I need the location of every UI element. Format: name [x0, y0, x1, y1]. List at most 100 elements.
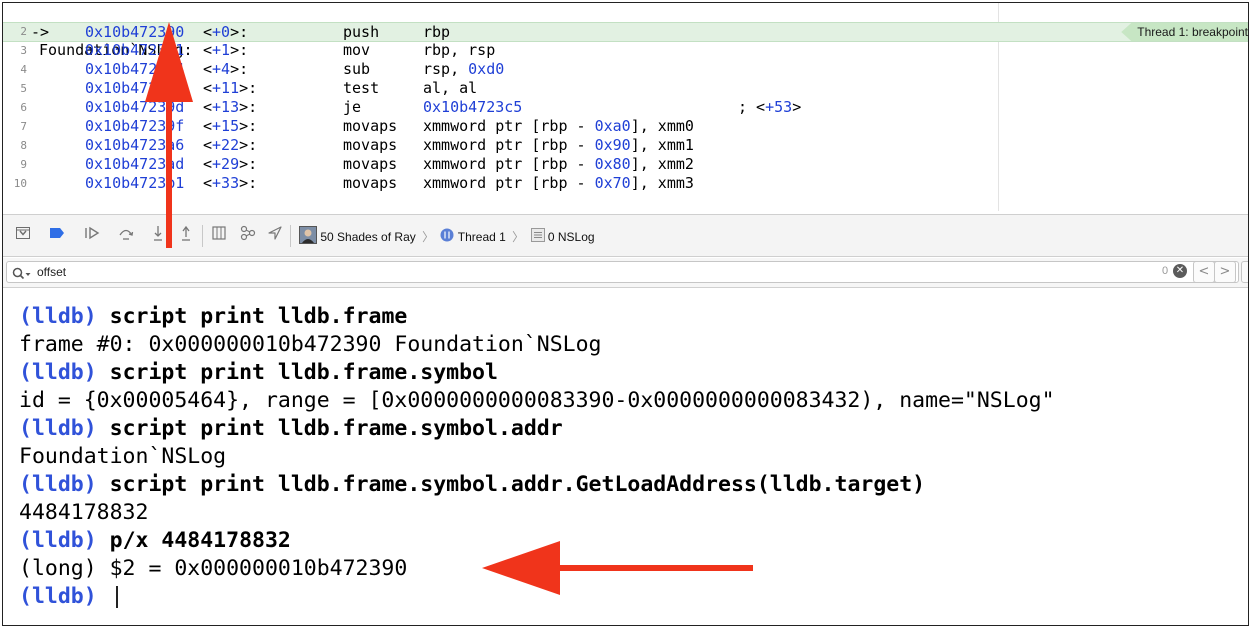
console-output-line: frame #0: 0x000000010b472390 Foundation`…	[19, 332, 602, 357]
disasm-line[interactable]: 3 0x10b472391 <+1>: mov rbp, rsp	[3, 41, 1248, 60]
clear-search-icon[interactable]: ✕	[1173, 264, 1187, 278]
console-output-line: id = {0x00005464}, range = [0x0000000000…	[19, 388, 1055, 413]
instruction-offset: <+4>:	[203, 60, 249, 78]
instruction-offset: <+15>:	[203, 117, 258, 135]
disasm-line[interactable]: 4 0x10b472394 <+4>: sub rsp, 0xd0	[3, 60, 1248, 79]
lldb-prompt: (lldb)	[19, 416, 97, 441]
previous-match-button[interactable]: <	[1193, 261, 1215, 283]
breadcrumb-frame[interactable]: 0 NSLog	[548, 230, 595, 244]
disasm-line[interactable]: 7 0x10b47239f <+15>: movaps xmmword ptr [rbp…	[3, 117, 1248, 136]
simulate-location-icon[interactable]	[267, 225, 283, 245]
operands: rbp, rsp	[423, 41, 496, 59]
instruction-address: 0x10b472390	[85, 23, 185, 41]
lldb-prompt: (lldb)	[19, 360, 97, 385]
instruction-address: 0x10b472394	[85, 60, 185, 78]
step-into-icon[interactable]	[151, 224, 165, 246]
line-number: 3	[20, 44, 27, 57]
operands: rsp, 0xd0	[423, 60, 505, 78]
command-text: script print lldb.frame.symbol	[109, 360, 498, 385]
current-instruction-marker: ->	[31, 23, 50, 41]
opcode: test	[343, 79, 380, 97]
line-number: 10	[13, 177, 27, 190]
console-command-line: (lldb) script print lldb.frame	[19, 303, 407, 331]
opcode: movaps	[343, 136, 398, 154]
line-number: 5	[20, 82, 27, 95]
instruction-address: 0x10b4723a6	[85, 136, 185, 154]
instruction-offset: <+22>:	[203, 136, 258, 154]
disasm-line[interactable]: 5 0x10b47239b <+11>: test al, al	[3, 79, 1248, 98]
instruction-address: 0x10b47239b	[85, 79, 185, 97]
chevron-right-icon: 〉	[422, 230, 435, 245]
match-count: 0	[1162, 265, 1169, 277]
console-split-button[interactable]	[1241, 261, 1248, 283]
console-output-line: Foundation`NSLog	[19, 444, 227, 469]
next-match-button[interactable]: >	[1214, 261, 1236, 283]
operands: xmmword ptr [rbp - 0x80], xmm2	[423, 155, 694, 173]
disasm-line[interactable]: 2 -> 0x10b472390 <+0>: push rbp Thread 1: brea…	[3, 22, 1248, 42]
toolbar-divider	[290, 225, 291, 247]
console-output-line: (long) $2 = 0x000000010b472390	[19, 556, 408, 581]
line-number: 7	[20, 120, 27, 133]
line-number: 4	[20, 63, 27, 76]
instruction-address: 0x10b4723b1	[85, 174, 185, 192]
line-number: 6	[20, 101, 27, 114]
step-over-icon[interactable]	[117, 224, 135, 246]
lldb-console[interactable]: (lldb) script print lldb.frame frame #0: …	[3, 291, 1248, 625]
thread-icon	[440, 228, 454, 248]
toolbar-divider	[202, 225, 203, 247]
search-icon[interactable]	[12, 265, 32, 284]
disassembly-view: 1 Foundation`NSLog: 2 -> 0x10b472390 <+0>: p…	[3, 3, 1248, 211]
app-avatar-icon	[299, 226, 317, 250]
branch-comment: ; <+53>	[738, 98, 802, 116]
opcode: push	[343, 23, 380, 41]
disasm-title-line: 1 Foundation`NSLog:	[3, 3, 1248, 59]
console-command-line: (lldb) script print lldb.frame.symbol	[19, 359, 498, 387]
lldb-prompt: (lldb)	[19, 472, 97, 497]
memory-graph-icon[interactable]	[239, 225, 257, 245]
step-out-icon[interactable]	[179, 224, 193, 246]
line-number: 9	[20, 158, 27, 171]
text-cursor	[115, 586, 118, 608]
breadcrumb: 50 Shades of Ray 〉 Thread 1 〉 0 NSLog	[299, 226, 595, 246]
search-input[interactable]	[37, 263, 1137, 281]
instruction-offset: <+33>:	[203, 174, 258, 192]
instruction-address: 0x10b472391	[85, 41, 185, 59]
console-output-line: 4484178832	[19, 500, 149, 525]
disasm-line[interactable]: 6 0x10b47239d <+13>: je 0x10b4723c5 ; <+53>	[3, 98, 1248, 117]
command-text: p/x 4484178832	[109, 528, 291, 553]
opcode: movaps	[343, 174, 398, 192]
breakpoints-toggle-icon[interactable]	[49, 226, 65, 244]
instruction-offset: <+0>:	[203, 23, 249, 41]
instruction-address: 0x10b47239d	[85, 98, 185, 116]
opcode: mov	[343, 41, 371, 59]
continue-icon[interactable]	[83, 226, 101, 244]
disasm-line[interactable]: 10 0x10b4723b1 <+33>: movaps xmmword ptr [rb…	[3, 174, 1248, 193]
view-hierarchy-icon[interactable]	[211, 225, 227, 245]
xcode-debug-window: 1 Foundation`NSLog: 2 -> 0x10b472390 <+0>: p…	[2, 2, 1249, 626]
instruction-address: 0x10b47239f	[85, 117, 185, 135]
thread-breakpoint-badge: Thread 1: breakpoint	[1121, 23, 1248, 41]
disasm-line[interactable]: 8 0x10b4723a6 <+22>: movaps xmmword ptr [rbp…	[3, 136, 1248, 155]
disasm-line[interactable]: 9 0x10b4723ad <+29>: movaps xmmword ptr [rbp…	[3, 155, 1248, 174]
breadcrumb-app[interactable]: 50 Shades of Ray	[320, 230, 415, 244]
lldb-prompt: (lldb)	[19, 528, 97, 553]
operands: xmmword ptr [rbp - 0x70], xmm3	[423, 174, 694, 192]
breadcrumb-thread[interactable]: Thread 1	[458, 230, 506, 244]
opcode: sub	[343, 60, 371, 78]
instruction-offset: <+1>:	[203, 41, 249, 59]
hide-debug-area-icon[interactable]	[15, 225, 31, 245]
debug-toolbar: 50 Shades of Ray 〉 Thread 1 〉 0 NSLog	[3, 214, 1248, 257]
filter-field[interactable]: 0 ✕ < >	[6, 261, 1239, 283]
console-command-line: (lldb) script print lldb.frame.symbol.ad…	[19, 415, 563, 443]
command-text: script print lldb.frame.symbol.addr	[109, 416, 563, 441]
opcode: movaps	[343, 155, 398, 173]
instruction-offset: <+13>:	[203, 98, 258, 116]
operands: 0x10b4723c5	[423, 98, 523, 116]
console-command-line: (lldb) script print lldb.frame.symbol.ad…	[19, 471, 925, 499]
instruction-offset: <+29>:	[203, 155, 258, 173]
operands: rbp	[423, 23, 451, 41]
lldb-prompt: (lldb)	[19, 584, 97, 609]
operands: xmmword ptr [rbp - 0x90], xmm1	[423, 136, 694, 154]
console-command-line: (lldb) p/x 4484178832	[19, 527, 291, 555]
console-filter-bar: 0 ✕ < >	[3, 258, 1248, 288]
